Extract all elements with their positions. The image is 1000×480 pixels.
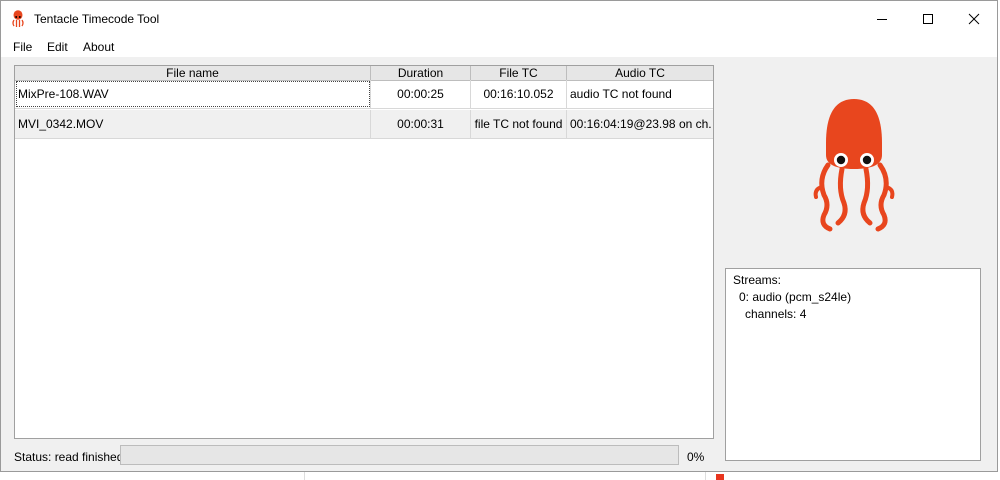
menu-file[interactable]: File [13, 40, 32, 54]
minimize-button[interactable] [859, 1, 905, 37]
octopus-logo [813, 99, 895, 232]
close-button[interactable] [951, 1, 997, 37]
background-app-marker [716, 474, 724, 480]
stream-channels: channels: 4 [745, 307, 807, 321]
status-text: Status: read finished [14, 450, 124, 464]
app-window: Tentacle Timecode Tool File Edit About F… [0, 0, 998, 472]
menu-about[interactable]: About [83, 40, 114, 54]
progress-bar [120, 445, 679, 465]
table-header: File name Duration File TC Audio TC [15, 66, 713, 81]
background-window-edge [304, 472, 706, 480]
cell-file-tc[interactable]: file TC not found [471, 110, 567, 138]
table-row[interactable]: MixPre-108.WAV 00:00:25 00:16:10.052 aud… [15, 80, 713, 109]
cell-audio-tc[interactable]: 00:16:04:19@23.98 on ch. 2 [567, 110, 713, 138]
table-row[interactable]: MVI_0342.MOV 00:00:31 file TC not found … [15, 110, 713, 139]
progress-percent: 0% [687, 450, 705, 464]
cell-file-name[interactable]: MixPre-108.WAV [15, 80, 371, 108]
window-title: Tentacle Timecode Tool [34, 12, 160, 26]
stream-info: 0: audio (pcm_s24le) [739, 290, 852, 304]
menu-bar: File Edit About [1, 37, 997, 57]
file-table[interactable]: File name Duration File TC Audio TC MixP… [14, 65, 714, 439]
streams-panel[interactable]: Streams: 0: audio (pcm_s24le) channels: … [725, 268, 981, 461]
menu-edit[interactable]: Edit [47, 40, 68, 54]
column-header-file-tc[interactable]: File TC [471, 66, 567, 80]
maximize-icon [923, 14, 933, 24]
cell-duration[interactable]: 00:00:25 [371, 80, 471, 108]
column-header-file-name[interactable]: File name [15, 66, 371, 80]
cell-duration[interactable]: 00:00:31 [371, 110, 471, 138]
close-icon [968, 13, 980, 25]
cell-file-tc[interactable]: 00:16:10.052 [471, 80, 567, 108]
column-header-audio-tc[interactable]: Audio TC [567, 66, 713, 80]
cell-file-name[interactable]: MVI_0342.MOV [15, 110, 371, 138]
octopus-icon [12, 10, 24, 27]
minimize-icon [877, 19, 887, 20]
maximize-button[interactable] [905, 1, 951, 37]
cell-audio-tc[interactable]: audio TC not found [567, 80, 713, 108]
title-bar[interactable]: Tentacle Timecode Tool [1, 1, 997, 37]
column-header-duration[interactable]: Duration [371, 66, 471, 80]
streams-heading: Streams: [733, 273, 782, 287]
